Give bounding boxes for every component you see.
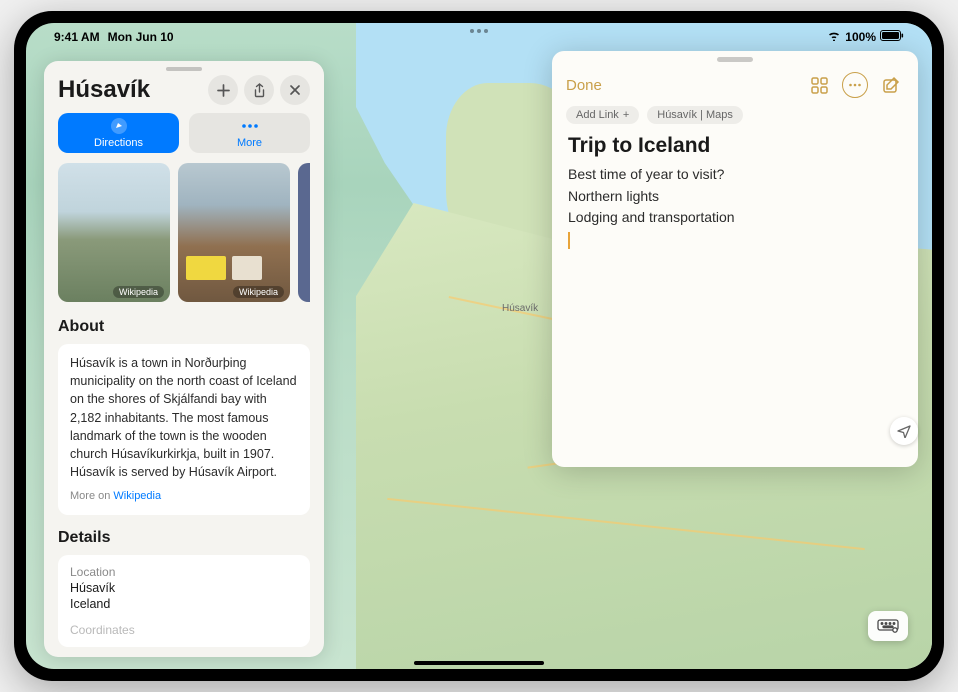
location-label: Location (70, 565, 298, 579)
wikipedia-link[interactable]: Wikipedia (113, 490, 161, 502)
multitask-indicator[interactable] (470, 29, 488, 33)
photo-1[interactable]: Wikipedia (58, 163, 170, 302)
status-bar: 9:41 AM Mon Jun 10 100% (26, 23, 932, 47)
wifi-icon (827, 30, 841, 44)
close-button[interactable] (280, 75, 310, 105)
photo-credit: Wikipedia (233, 286, 284, 298)
share-button[interactable] (244, 75, 274, 105)
more-options-icon[interactable] (842, 72, 868, 98)
directions-icon (110, 117, 128, 135)
battery-icon (880, 30, 904, 44)
location-button[interactable] (890, 417, 918, 445)
location-value-2: Iceland (70, 597, 298, 611)
note-line-1: Best time of year to visit? (568, 164, 902, 186)
photo-gallery[interactable]: Wikipedia Wikipedia (44, 163, 324, 314)
notes-panel: Done Add Link + Húsavík | Maps Trip to I… (552, 51, 918, 467)
photo-2[interactable]: Wikipedia (178, 163, 290, 302)
photo-credit: Wikipedia (113, 286, 164, 298)
map-place-label: Húsavík (502, 303, 538, 314)
about-card: Húsavík is a town in Norðurþing municipa… (58, 344, 310, 515)
more-button[interactable]: More (189, 113, 310, 153)
keyboard-button[interactable] (868, 611, 908, 641)
card-grabber[interactable] (166, 67, 202, 71)
details-header: Details (44, 525, 324, 555)
more-on-text: More on (70, 490, 113, 502)
add-button[interactable] (208, 75, 238, 105)
about-text: Húsavík is a town in Norðurþing municipa… (70, 354, 298, 481)
text-cursor (568, 232, 570, 249)
directions-button[interactable]: Directions (58, 113, 179, 153)
about-header: About (44, 314, 324, 344)
photo-3-peek[interactable] (298, 163, 310, 302)
place-title: Húsavík (58, 76, 150, 104)
more-label: More (237, 137, 262, 149)
note-line-2: Northern lights (568, 186, 902, 208)
add-link-pill[interactable]: Add Link + (566, 106, 639, 124)
note-title: Trip to Iceland (568, 134, 902, 158)
note-editor[interactable]: Trip to Iceland Best time of year to vis… (552, 134, 918, 254)
link-context-pill[interactable]: Húsavík | Maps (647, 106, 743, 124)
home-indicator[interactable] (414, 661, 544, 665)
gallery-view-icon[interactable] (806, 72, 832, 98)
notes-grabber[interactable] (717, 57, 753, 62)
battery-level: 100% (845, 30, 876, 44)
location-value-1: Húsavík (70, 581, 298, 595)
status-time: 9:41 AM (54, 30, 100, 44)
compose-icon[interactable] (878, 72, 904, 98)
details-card: Location Húsavík Iceland Coordinates (58, 555, 310, 647)
done-button[interactable]: Done (566, 77, 602, 94)
directions-label: Directions (94, 137, 143, 149)
note-line-3: Lodging and transportation (568, 207, 902, 229)
status-date: Mon Jun 10 (108, 30, 174, 44)
coordinates-label: Coordinates (70, 623, 298, 637)
ellipsis-icon (241, 117, 259, 135)
plus-icon: + (623, 109, 629, 121)
place-card: Húsavík Directions More Wikipedia (44, 61, 324, 657)
